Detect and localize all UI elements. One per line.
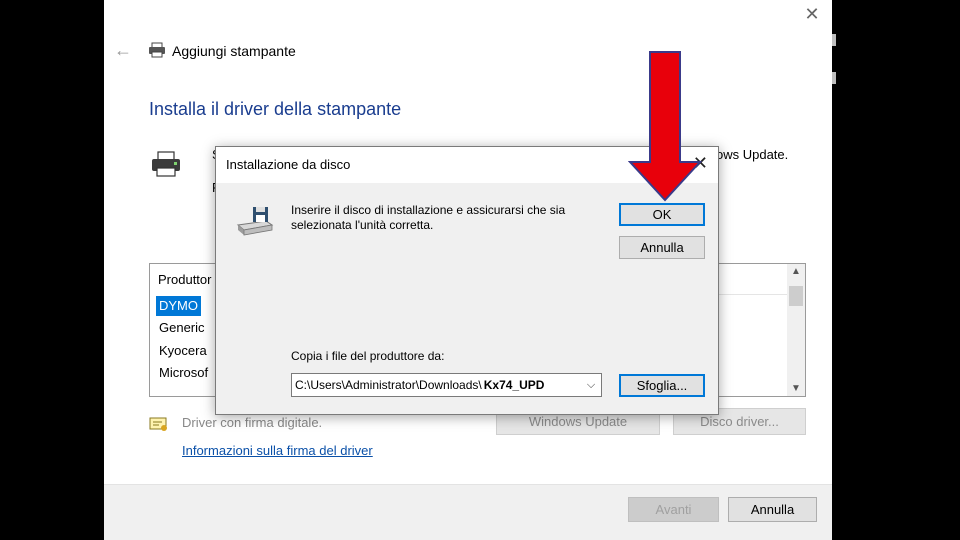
- manufacturer-item[interactable]: Kyocera: [156, 341, 210, 361]
- dialog-message: Inserire il disco di installazione e ass…: [291, 203, 601, 233]
- dialog-cancel-button[interactable]: Annulla: [619, 236, 705, 259]
- signature-info-link[interactable]: Informazioni sulla firma del driver: [182, 443, 373, 458]
- cancel-button[interactable]: Annulla: [728, 497, 817, 522]
- certificate-icon: [149, 417, 167, 431]
- description-tail: ows Update.: [716, 147, 789, 162]
- chevron-down-icon[interactable]: ⌵: [581, 374, 601, 396]
- printer-icon: [149, 42, 165, 58]
- printer-model-list[interactable]: ▲ ▼: [714, 263, 806, 397]
- dialog-title: Installazione da disco: [226, 157, 351, 172]
- back-arrow-icon[interactable]: ←: [114, 40, 132, 60]
- copy-files-label: Copia i file del produttore da:: [291, 349, 445, 363]
- model-list-scrollbar[interactable]: ▲ ▼: [787, 264, 805, 396]
- column-divider: [714, 294, 787, 295]
- signed-driver-text: Driver con firma digitale.: [182, 415, 323, 430]
- path-combobox[interactable]: C:\Users\Administrator\Downloads\ Kx74_UP…: [291, 373, 602, 397]
- background-window-edge: [832, 0, 846, 540]
- edge-marker: [832, 72, 836, 84]
- red-arrow-annotation: [628, 51, 702, 202]
- browse-button[interactable]: Sfoglia...: [619, 374, 705, 397]
- scroll-up-icon[interactable]: ▲: [787, 266, 805, 277]
- wizard-footer: [104, 484, 832, 540]
- scroll-down-icon[interactable]: ▼: [787, 383, 805, 394]
- manufacturer-item[interactable]: Generic: [156, 318, 208, 338]
- scroll-thumb[interactable]: [789, 286, 803, 306]
- wizard-close-icon[interactable]: ✕: [804, 5, 820, 23]
- next-button[interactable]: Avanti: [628, 497, 719, 522]
- dialog-message-line: Inserire il disco di installazione e ass…: [291, 203, 566, 217]
- ok-button[interactable]: OK: [619, 203, 705, 226]
- manufacturer-column-header: Produttor: [158, 272, 212, 287]
- disk-drive-icon: [236, 207, 274, 236]
- page-heading: Installa il driver della stampante: [149, 99, 402, 119]
- manufacturer-item[interactable]: DYMO: [156, 296, 201, 316]
- dialog-message-line: selezionata l'unità corretta.: [291, 218, 434, 232]
- path-prefix: C:\Users\Administrator\Downloads\: [295, 378, 482, 392]
- path-folder-highlight: Kx74_UPD: [481, 378, 547, 392]
- edge-marker: [832, 34, 836, 46]
- wizard-title: Aggiungi stampante: [172, 43, 296, 59]
- manufacturer-item[interactable]: Microsof: [156, 363, 211, 383]
- printer-icon: [152, 151, 180, 177]
